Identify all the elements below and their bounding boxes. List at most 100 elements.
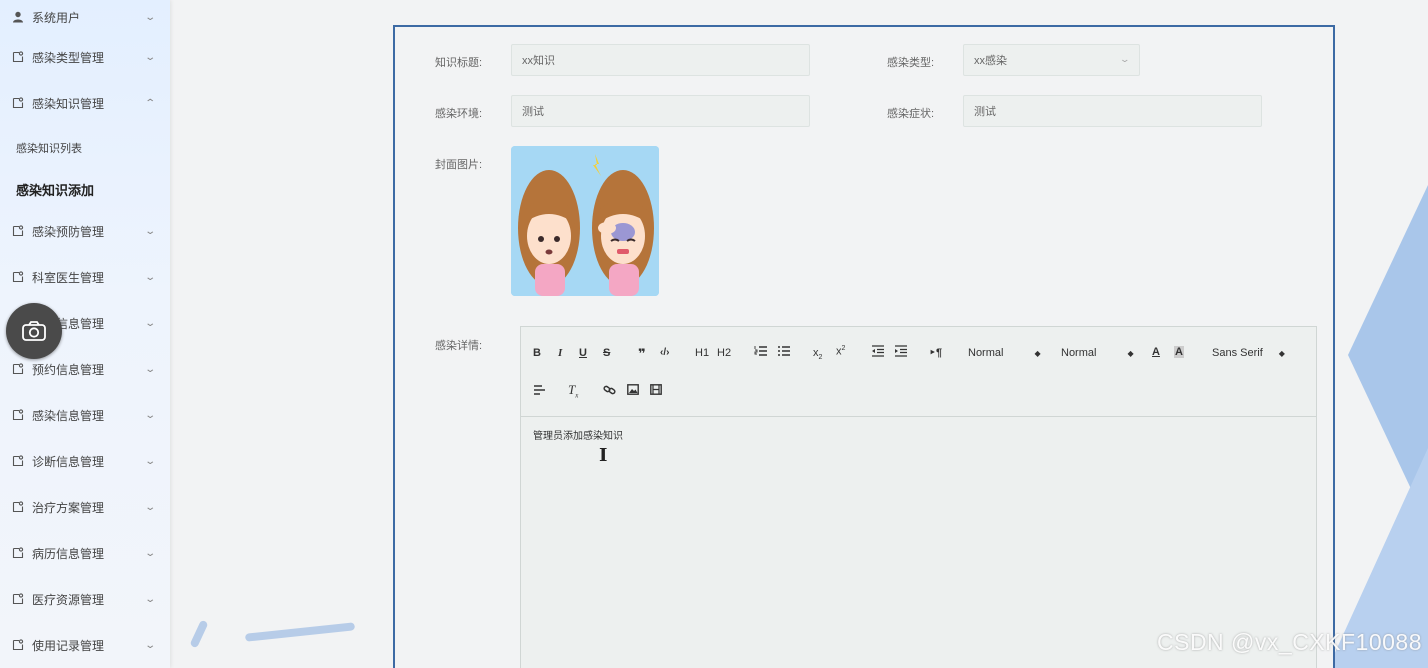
cover-image-upload[interactable] bbox=[511, 146, 659, 296]
chevron-down-icon: ⌄ bbox=[143, 639, 156, 651]
code-icon: ‹/› bbox=[660, 347, 670, 358]
environment-input-value: 测试 bbox=[522, 106, 544, 118]
sidebar-item-label: 治疗方案管理 bbox=[32, 500, 105, 515]
strike-button[interactable]: S bbox=[603, 347, 610, 359]
sidebar-item-resources[interactable]: 医疗资源管理 ⌄ bbox=[0, 576, 170, 622]
outdent-icon bbox=[872, 345, 884, 357]
doc-icon bbox=[12, 593, 24, 605]
header2-button[interactable]: H2 bbox=[717, 347, 731, 359]
title-input-value: xx知识 bbox=[522, 55, 555, 67]
editor-content[interactable]: 管理员添加感染知识 bbox=[533, 427, 623, 442]
header1-label: H1 bbox=[695, 347, 710, 359]
sidebar-subitem-label: 感染知识添加 bbox=[16, 182, 95, 198]
indent-button[interactable] bbox=[894, 345, 908, 357]
doc-icon bbox=[12, 97, 24, 109]
sidebar-subitem-label: 感染知识列表 bbox=[16, 143, 82, 155]
ordered-list-icon bbox=[754, 346, 767, 356]
subscript-button[interactable]: x2 bbox=[813, 347, 822, 361]
doc-icon bbox=[12, 547, 24, 559]
environment-label: 感染环境: bbox=[435, 108, 483, 120]
ordered-list-button[interactable] bbox=[754, 345, 768, 357]
user-icon bbox=[12, 11, 24, 23]
camera-button[interactable] bbox=[6, 303, 62, 359]
sidebar-item-doctors[interactable]: 科室医生管理 ⌄ bbox=[0, 254, 170, 300]
sidebar-item-label: 感染类型管理 bbox=[32, 50, 105, 65]
quote-icon: ❞ bbox=[638, 346, 646, 361]
align-button[interactable] bbox=[533, 384, 546, 396]
sidebar-item-label: 使用记录管理 bbox=[32, 638, 105, 653]
chevron-down-icon: ⌄ bbox=[143, 51, 156, 63]
chevron-down-icon: ⌄ bbox=[143, 271, 156, 283]
bold-button[interactable]: B bbox=[533, 347, 541, 359]
image-icon bbox=[627, 384, 639, 395]
text-cursor-icon: I bbox=[599, 445, 608, 466]
sidebar-item-medical-records[interactable]: 病历信息管理 ⌄ bbox=[0, 530, 170, 576]
type-select[interactable]: xx感染 ⌄ bbox=[963, 44, 1140, 76]
sidebar-item-infection-type[interactable]: 感染类型管理 ⌄ bbox=[0, 34, 170, 80]
outdent-button[interactable] bbox=[871, 345, 885, 357]
text-direction-button[interactable]: ‣¶ bbox=[929, 346, 942, 359]
indent-icon bbox=[895, 345, 907, 357]
superscript-button[interactable]: x2 bbox=[836, 345, 845, 358]
chevron-down-icon: ⌄ bbox=[143, 317, 156, 329]
chevron-down-icon: ⌄ bbox=[143, 501, 156, 513]
size-select[interactable]: Normal ◆ bbox=[968, 347, 1041, 359]
background-stroke bbox=[244, 622, 356, 642]
type-select-value: xx感染 bbox=[974, 55, 1007, 67]
sidebar-subitem-knowledge-list[interactable]: 感染知识列表 bbox=[0, 126, 170, 170]
italic-button[interactable]: I bbox=[558, 347, 562, 359]
sidebar-item-label: 感染知识管理 bbox=[32, 96, 105, 111]
video-icon bbox=[650, 384, 662, 395]
doc-icon bbox=[12, 271, 24, 283]
header-select[interactable]: Normal ◆ bbox=[1061, 347, 1134, 359]
sidebar-item-infection-knowledge[interactable]: 感染知识管理 ⌃ bbox=[0, 80, 170, 126]
symptom-input-value: 测试 bbox=[974, 106, 996, 118]
chevron-down-icon: ⌄ bbox=[143, 363, 156, 375]
sidebar-item-label: 医疗资源管理 bbox=[32, 592, 105, 607]
blockquote-button[interactable]: ❞ bbox=[638, 346, 646, 362]
sidebar-item-label: 病历信息管理 bbox=[32, 546, 105, 561]
doc-icon bbox=[12, 455, 24, 467]
sidebar-item-infection-info[interactable]: 感染信息管理 ⌄ bbox=[0, 392, 170, 438]
doc-icon bbox=[12, 363, 24, 375]
title-input[interactable]: xx知识 bbox=[511, 44, 810, 76]
select-updown-icon: ◆ bbox=[1127, 348, 1134, 358]
chevron-down-icon: ⌄ bbox=[143, 409, 156, 421]
font-select-value: Sans Serif bbox=[1212, 347, 1263, 359]
chevron-down-icon: ⌄ bbox=[143, 455, 156, 467]
detail-label: 感染详情: bbox=[435, 340, 483, 352]
font-color-button[interactable]: A bbox=[1152, 346, 1160, 358]
sidebar-item-system-users[interactable]: 系统用户 ⌄ bbox=[0, 0, 170, 34]
text-direction-icon: ‣¶ bbox=[929, 347, 943, 359]
font-select[interactable]: Sans Serif ◆ bbox=[1212, 347, 1285, 359]
link-button[interactable] bbox=[603, 384, 616, 396]
doc-icon bbox=[12, 51, 24, 63]
sidebar-item-treatment[interactable]: 治疗方案管理 ⌄ bbox=[0, 484, 170, 530]
cover-label: 封面图片: bbox=[435, 159, 483, 171]
header-select-value: Normal bbox=[1061, 347, 1097, 359]
editor-toolbar: B I U S ❞ ‹/› H1 H2 x2 x2 ‣¶ Normal ◆ No… bbox=[521, 327, 1316, 417]
size-select-value: Normal bbox=[968, 347, 1004, 359]
underline-button[interactable]: U bbox=[579, 347, 587, 359]
sidebar-item-prevention[interactable]: 感染预防管理 ⌄ bbox=[0, 208, 170, 254]
symptom-label: 感染症状: bbox=[887, 108, 935, 120]
header1-button[interactable]: H1 bbox=[695, 347, 709, 359]
bullet-list-button[interactable] bbox=[777, 345, 791, 357]
sidebar-item-usage-records[interactable]: 使用记录管理 ⌄ bbox=[0, 622, 170, 668]
chevron-down-icon: ⌄ bbox=[1119, 54, 1131, 64]
sidebar-subitem-knowledge-add[interactable]: 感染知识添加 bbox=[0, 170, 170, 208]
symptom-input[interactable]: 测试 bbox=[963, 95, 1262, 127]
image-button[interactable] bbox=[627, 384, 639, 395]
background-triangle bbox=[1348, 185, 1428, 525]
sidebar-item-diagnosis[interactable]: 诊断信息管理 ⌄ bbox=[0, 438, 170, 484]
type-label: 感染类型: bbox=[887, 57, 935, 69]
video-button[interactable] bbox=[650, 384, 662, 395]
background-color-button[interactable]: A bbox=[1174, 346, 1184, 358]
clear-format-button[interactable]: Tx bbox=[568, 382, 578, 400]
sidebar-item-label: 诊断信息管理 bbox=[32, 454, 105, 469]
chevron-down-icon: ⌄ bbox=[143, 225, 156, 237]
doc-icon bbox=[12, 639, 24, 651]
subscript-icon: x2 bbox=[813, 347, 823, 362]
environment-input[interactable]: 测试 bbox=[511, 95, 810, 127]
code-block-button[interactable]: ‹/› bbox=[660, 347, 669, 358]
